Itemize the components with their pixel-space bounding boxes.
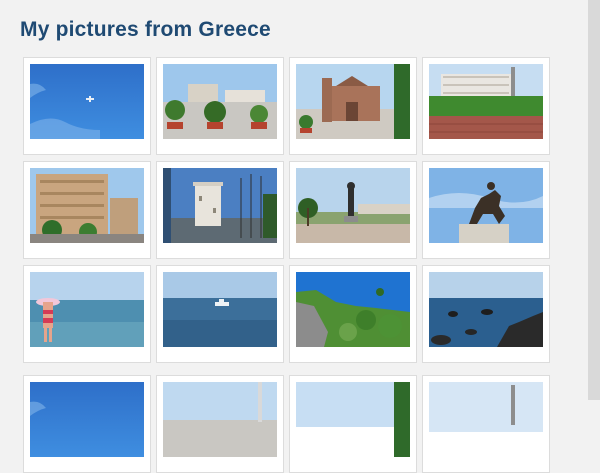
photo-card-plane-sky[interactable]: [23, 57, 151, 155]
thumbnail[interactable]: [163, 168, 277, 243]
photo-card-building-wall-2[interactable]: [422, 375, 550, 473]
photo-card-apartment-street[interactable]: [23, 161, 151, 259]
photo-building-wall-2: [429, 382, 543, 432]
thumbnail[interactable]: [296, 382, 410, 457]
vertical-scrollbar[interactable]: [588, 0, 600, 400]
thumbnail[interactable]: [429, 382, 543, 457]
photo-park-planters-2: [163, 382, 277, 457]
photo-card-building-wall[interactable]: [422, 57, 550, 155]
photo-building-wall: [429, 64, 543, 139]
photo-coast-cliff: [296, 272, 410, 347]
photo-card-rocky-shore[interactable]: [422, 265, 550, 363]
page-title: My pictures from Greece: [20, 18, 271, 41]
photo-card-horse-statue[interactable]: [422, 161, 550, 259]
thumbnail[interactable]: [429, 64, 543, 139]
photo-church-square-2: [296, 382, 410, 457]
photo-card-statue-square[interactable]: [289, 161, 417, 259]
photo-church-square: [296, 64, 410, 139]
photo-card-park-planters-2[interactable]: [156, 375, 284, 473]
photo-boat-sea: [163, 272, 277, 347]
thumbnail[interactable]: [296, 272, 410, 347]
photo-statue-square: [296, 168, 410, 243]
thumbnail[interactable]: [163, 272, 277, 347]
photo-plane-sky: [30, 64, 144, 139]
photo-white-tower: [163, 168, 277, 243]
photo-rocky-shore: [429, 272, 543, 347]
photo-card-plane-sky-2[interactable]: [23, 375, 151, 473]
photo-card-church-square[interactable]: [289, 57, 417, 155]
photo-card-park-planters[interactable]: [156, 57, 284, 155]
photo-card-church-square-2[interactable]: [289, 375, 417, 473]
thumbnail[interactable]: [30, 382, 144, 457]
thumbnail[interactable]: [429, 168, 543, 243]
photo-horse-statue: [429, 168, 543, 243]
thumbnail[interactable]: [296, 168, 410, 243]
thumbnail[interactable]: [296, 64, 410, 139]
photo-beach-woman: [30, 272, 144, 347]
gallery-page: My pictures from Greece: [0, 0, 588, 473]
photo-apartment-street: [30, 168, 144, 243]
photo-card-boat-sea[interactable]: [156, 265, 284, 363]
photo-card-beach-woman[interactable]: [23, 265, 151, 363]
photo-card-white-tower[interactable]: [156, 161, 284, 259]
photo-card-coast-cliff[interactable]: [289, 265, 417, 363]
photo-plane-sky-2: [30, 382, 144, 457]
thumbnail[interactable]: [30, 64, 144, 139]
thumbnail[interactable]: [163, 64, 277, 139]
thumbnail[interactable]: [429, 272, 543, 347]
thumbnail[interactable]: [30, 168, 144, 243]
photo-park-planters: [163, 64, 277, 139]
thumbnail[interactable]: [30, 272, 144, 347]
thumbnail[interactable]: [163, 382, 277, 457]
